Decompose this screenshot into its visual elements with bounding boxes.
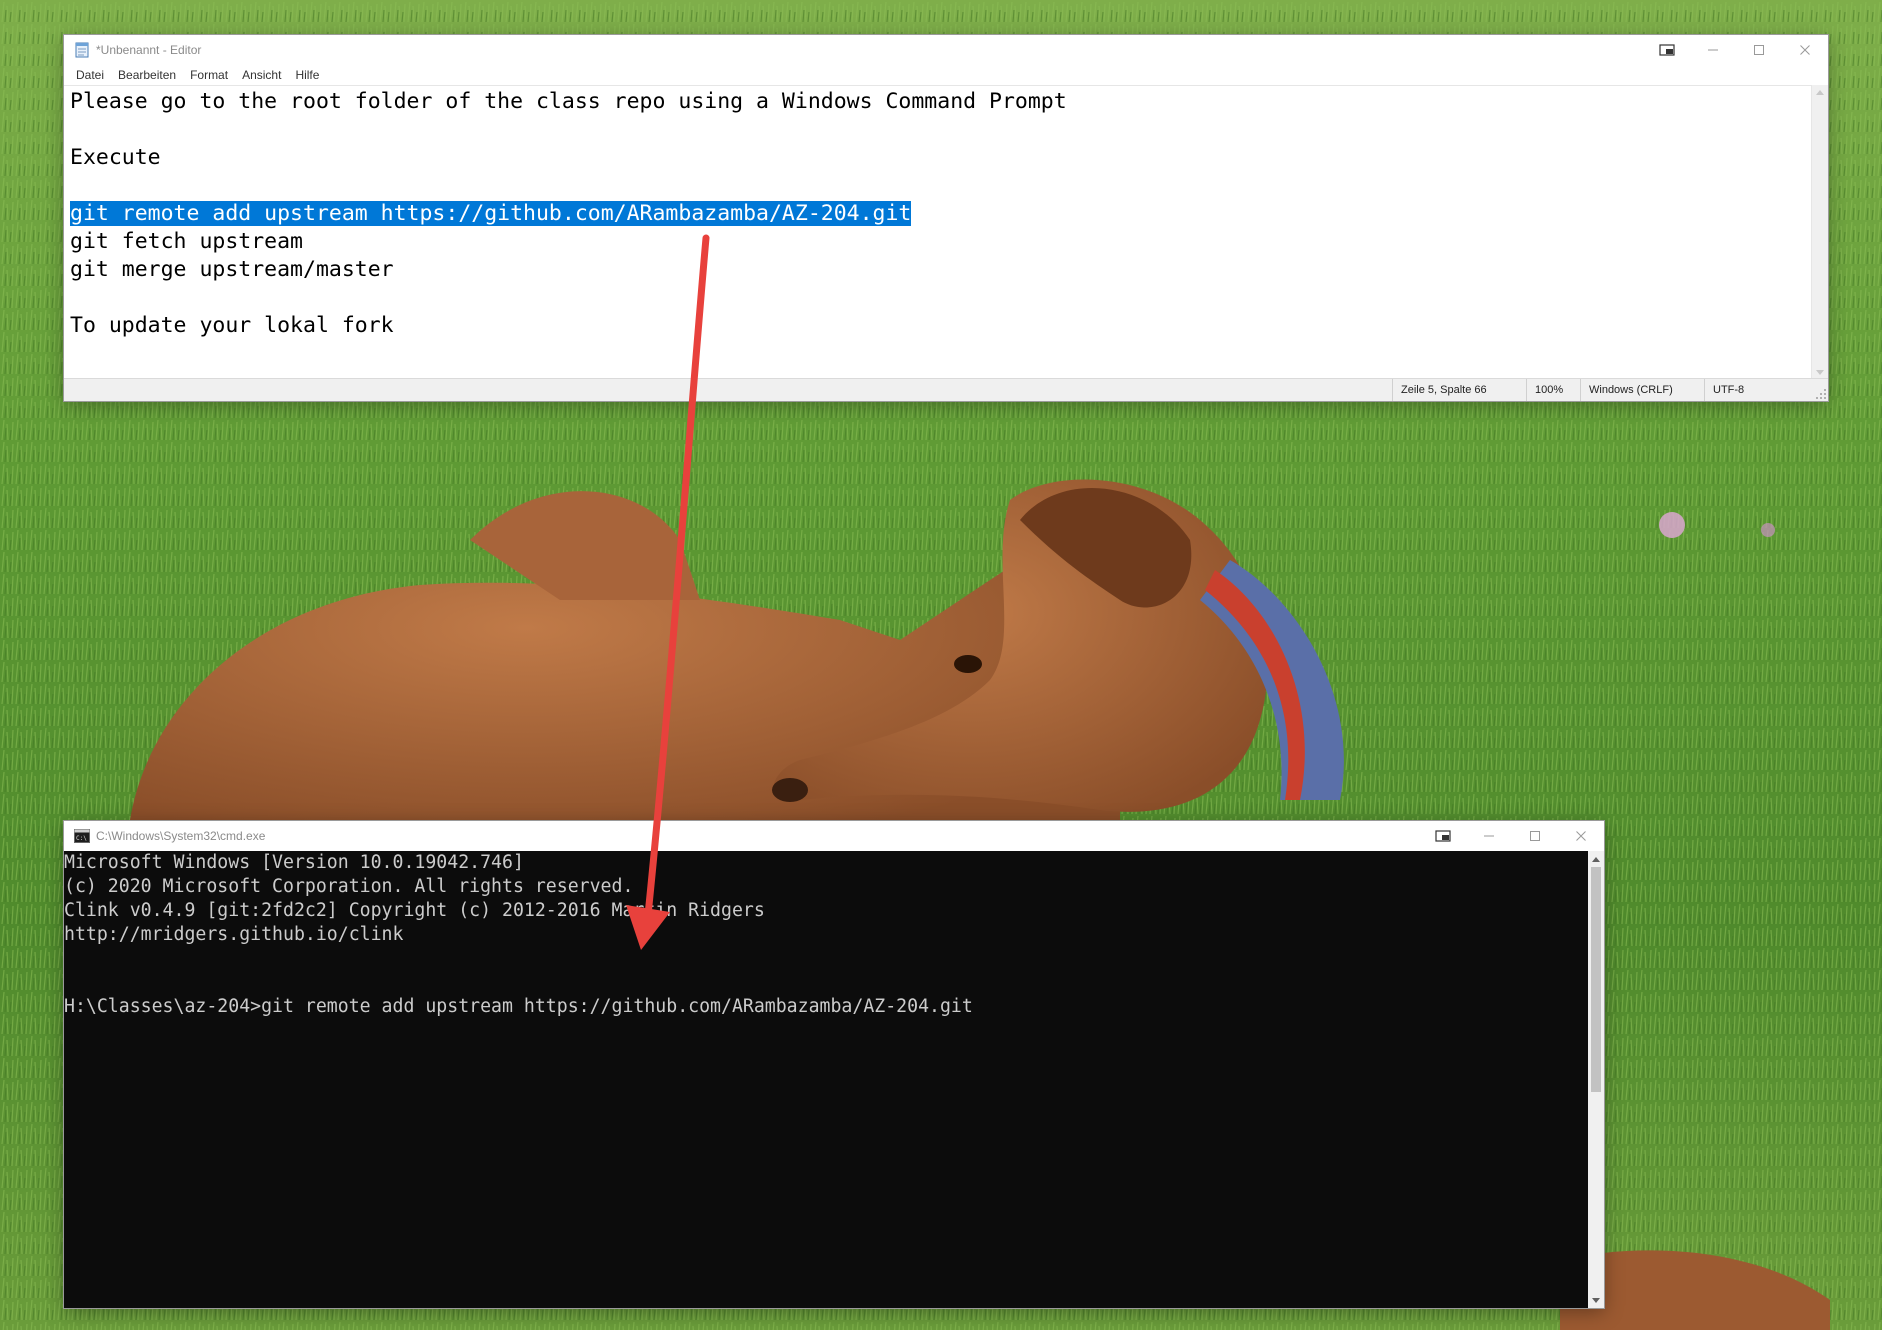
line-text[interactable]: Execute [70, 145, 161, 170]
scroll-up-arrow[interactable] [1812, 85, 1828, 99]
compact-overlay-icon [1659, 44, 1675, 56]
scroll-down-arrow[interactable] [1588, 1292, 1604, 1308]
chevron-up-icon [1816, 89, 1824, 95]
notepad-titlebar[interactable]: *Unbenannt - Editor [64, 35, 1828, 65]
chevron-down-icon [1816, 369, 1824, 375]
menu-bar: Datei Bearbeiten Format Ansicht Hilfe [64, 65, 1828, 85]
editor-line[interactable] [70, 172, 1812, 200]
chevron-down-icon [1592, 1297, 1600, 1303]
menu-ansicht[interactable]: Ansicht [236, 68, 289, 82]
console-output[interactable]: Microsoft Windows [Version 10.0.19042.74… [64, 851, 1588, 1308]
close-icon [1800, 45, 1810, 55]
editor-line[interactable]: Please go to the root folder of the clas… [70, 88, 1812, 116]
scroll-down-arrow[interactable] [1812, 365, 1828, 379]
minimize-button[interactable] [1690, 35, 1736, 65]
notepad-icon [75, 42, 89, 58]
compact-overlay-button[interactable] [1644, 35, 1690, 65]
console-vertical-scrollbar[interactable] [1588, 851, 1604, 1308]
menu-hilfe[interactable]: Hilfe [289, 68, 327, 82]
editor-line[interactable]: git fetch upstream [70, 228, 1812, 256]
status-bar: Zeile 5, Spalte 66 100% Windows (CRLF) U… [64, 378, 1828, 401]
maximize-button[interactable] [1736, 35, 1782, 65]
minimize-button[interactable] [1466, 821, 1512, 851]
console-line: (c) 2020 Microsoft Corporation. All righ… [64, 876, 634, 897]
line-text[interactable]: git fetch upstream [70, 229, 303, 254]
close-button[interactable] [1558, 821, 1604, 851]
editor-line[interactable]: Execute [70, 144, 1812, 172]
console-line: Microsoft Windows [Version 10.0.19042.74… [64, 852, 524, 873]
editor-line[interactable] [70, 284, 1812, 312]
cmd-window: C:\ C:\Windows\System32\cmd.exe Microsof… [64, 821, 1604, 1308]
editor-line[interactable]: git remote add upstream https://github.c… [70, 200, 1812, 228]
close-button[interactable] [1782, 35, 1828, 65]
scrollbar-thumb[interactable] [1591, 867, 1601, 1092]
console-line: H:\Classes\az-204>git remote add upstrea… [64, 996, 973, 1017]
window-title: *Unbenannt - Editor [96, 43, 202, 57]
svg-text:C:\: C:\ [76, 835, 87, 842]
menu-datei[interactable]: Datei [70, 68, 112, 82]
maximize-icon [1530, 831, 1540, 841]
line-text[interactable]: To update your lokal fork [70, 313, 394, 338]
chevron-up-icon [1592, 856, 1600, 862]
editor-line[interactable] [70, 116, 1812, 144]
scroll-up-arrow[interactable] [1588, 851, 1604, 867]
menu-bearbeiten[interactable]: Bearbeiten [112, 68, 184, 82]
menu-format[interactable]: Format [184, 68, 236, 82]
text-editor[interactable]: Please go to the root folder of the clas… [64, 85, 1812, 379]
editor-vertical-scrollbar[interactable] [1811, 85, 1828, 379]
resize-grip-icon[interactable] [1816, 389, 1826, 399]
line-text[interactable]: Please go to the root folder of the clas… [70, 89, 1067, 114]
status-cursor-position: Zeile 5, Spalte 66 [1392, 379, 1525, 401]
maximize-button[interactable] [1512, 821, 1558, 851]
compact-overlay-icon [1435, 830, 1451, 842]
notepad-window: *Unbenannt - Editor Datei Bearbeiten For… [64, 35, 1828, 401]
maximize-icon [1754, 45, 1764, 55]
cmd-titlebar[interactable]: C:\ C:\Windows\System32\cmd.exe [64, 821, 1604, 851]
console-line: http://mridgers.github.io/clink [64, 924, 404, 945]
minimize-icon [1484, 835, 1494, 837]
editor-line[interactable]: To update your lokal fork [70, 312, 1812, 340]
window-title: C:\Windows\System32\cmd.exe [96, 829, 266, 843]
editor-line[interactable]: git merge upstream/master [70, 256, 1812, 284]
cmd-icon: C:\ [74, 829, 90, 843]
status-zoom: 100% [1526, 379, 1579, 401]
console-line: Clink v0.4.9 [git:2fd2c2] Copyright (c) … [64, 900, 765, 921]
minimize-icon [1708, 49, 1718, 51]
selected-text[interactable]: git remote add upstream https://github.c… [70, 201, 912, 226]
status-line-ending: Windows (CRLF) [1580, 379, 1701, 401]
close-icon [1576, 831, 1586, 841]
status-encoding: UTF-8 [1704, 379, 1813, 401]
compact-overlay-button[interactable] [1420, 821, 1466, 851]
line-text[interactable]: git merge upstream/master [70, 257, 394, 282]
